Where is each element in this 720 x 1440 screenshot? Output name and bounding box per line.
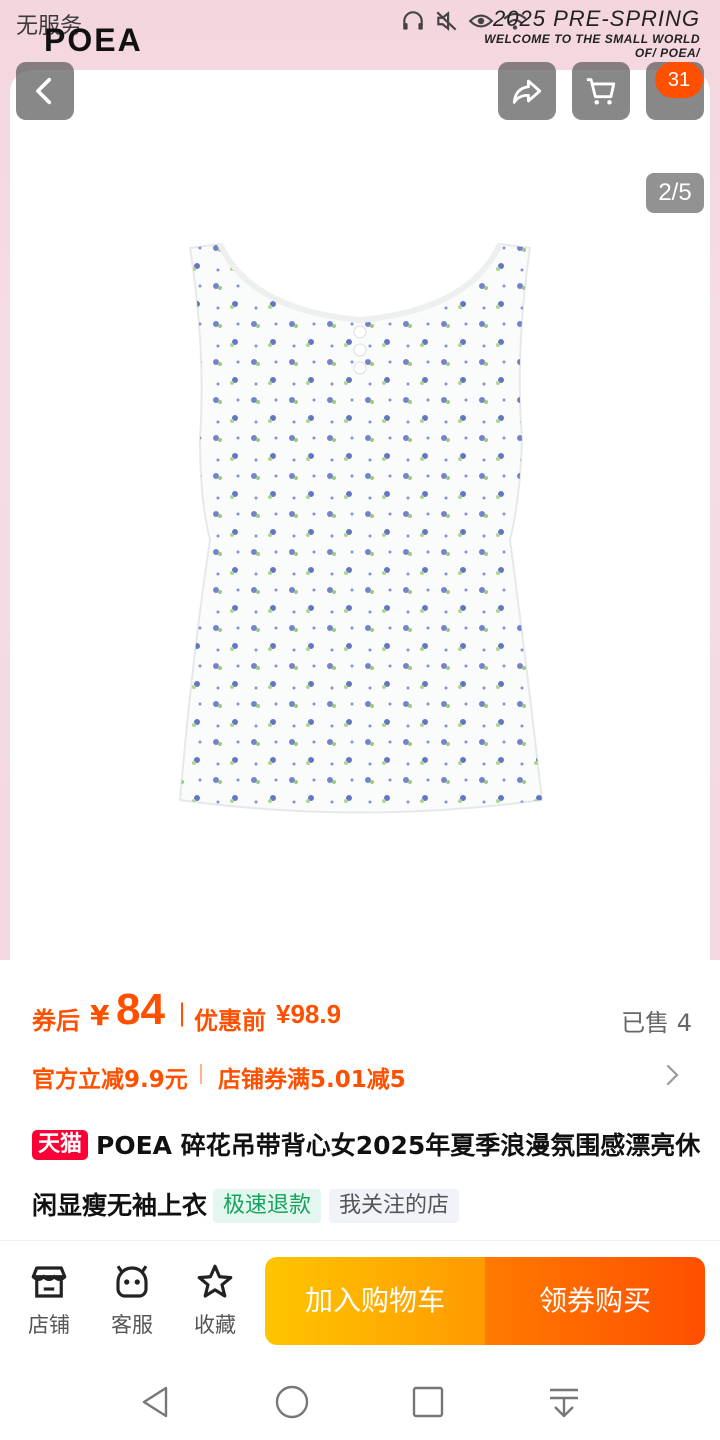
cart-icon (586, 78, 616, 105)
product-photo (178, 242, 544, 814)
headphones-icon (403, 11, 423, 30)
season-banner: 2025 PRE-SPRING WELCOME TO THE SMALL WOR… (484, 6, 700, 60)
sold-count: 已售 4 (621, 1009, 692, 1037)
followed-shop-tag: 我关注的店 (329, 1189, 460, 1223)
original-price: ¥98.9 (276, 999, 342, 1029)
product-title: 天猫 POEA 碎花吊带背心女2025年夏季浪漫氛围感漂亮休闲显瘦无袖上衣 极速退款… (32, 1116, 702, 1236)
currency-symbol: ¥ (90, 999, 110, 1032)
price-row: 券后 ¥ 84 | 优惠前 ¥98.9 已售 4 (32, 985, 692, 1045)
system-navigation-bar (0, 1360, 720, 1440)
price-separator: | (178, 999, 187, 1027)
coupon-price-label: 券后 (32, 1007, 80, 1035)
promotion-row[interactable]: 官方立减9.9元 店铺券满5.01减5 (32, 1058, 692, 1094)
shop-icon (31, 1266, 67, 1298)
fast-refund-tag: 极速退款 (213, 1189, 322, 1223)
season-tagline-1: WELCOME TO THE SMALL WORLD (484, 32, 700, 46)
share-icon (512, 79, 542, 104)
nav-back-icon[interactable] (136, 1382, 176, 1422)
bottom-action-bar: 店铺 客服 收藏 加入购物车 领券购买 (0, 1240, 720, 1360)
mute-icon (436, 11, 457, 31)
image-page-indicator: 2/5 (646, 173, 704, 213)
nav-dropdown-icon[interactable] (544, 1382, 584, 1422)
chevron-left-icon (36, 77, 52, 105)
cart-count-badge: 31 (655, 62, 703, 98)
shop-label: 店铺 (28, 1313, 70, 1337)
cart-button[interactable] (572, 62, 630, 120)
nav-home-icon[interactable] (272, 1382, 312, 1422)
tmall-tag: 天猫 (32, 1130, 89, 1160)
star-icon (197, 1264, 233, 1298)
promo-divider (200, 1064, 202, 1084)
service-face-icon (116, 1265, 148, 1298)
shop-coupon: 店铺券满5.01减5 (218, 1067, 406, 1093)
coupon-price: 84 (116, 985, 165, 1034)
season-tagline-2: OF/ POEA/ (634, 46, 700, 60)
brand-logo: POEA (44, 22, 143, 58)
service-label: 客服 (111, 1313, 153, 1337)
shop-button[interactable]: 店铺 (14, 1261, 84, 1339)
back-button[interactable] (16, 62, 74, 120)
nav-recents-icon[interactable] (408, 1382, 448, 1422)
favorite-button[interactable]: 收藏 (180, 1261, 250, 1339)
original-price-label: 优惠前 (194, 1007, 266, 1035)
official-discount: 官方立减9.9元 (32, 1067, 188, 1093)
customer-service-button[interactable]: 客服 (97, 1261, 167, 1339)
favorite-label: 收藏 (194, 1313, 236, 1337)
chevron-right-icon (666, 1064, 679, 1086)
season-title: 2025 PRE-SPRING (493, 6, 700, 31)
add-to-cart-button[interactable]: 加入购物车 (265, 1257, 485, 1345)
share-button[interactable] (498, 62, 556, 120)
coupon-buy-button[interactable]: 领券购买 (485, 1257, 705, 1345)
